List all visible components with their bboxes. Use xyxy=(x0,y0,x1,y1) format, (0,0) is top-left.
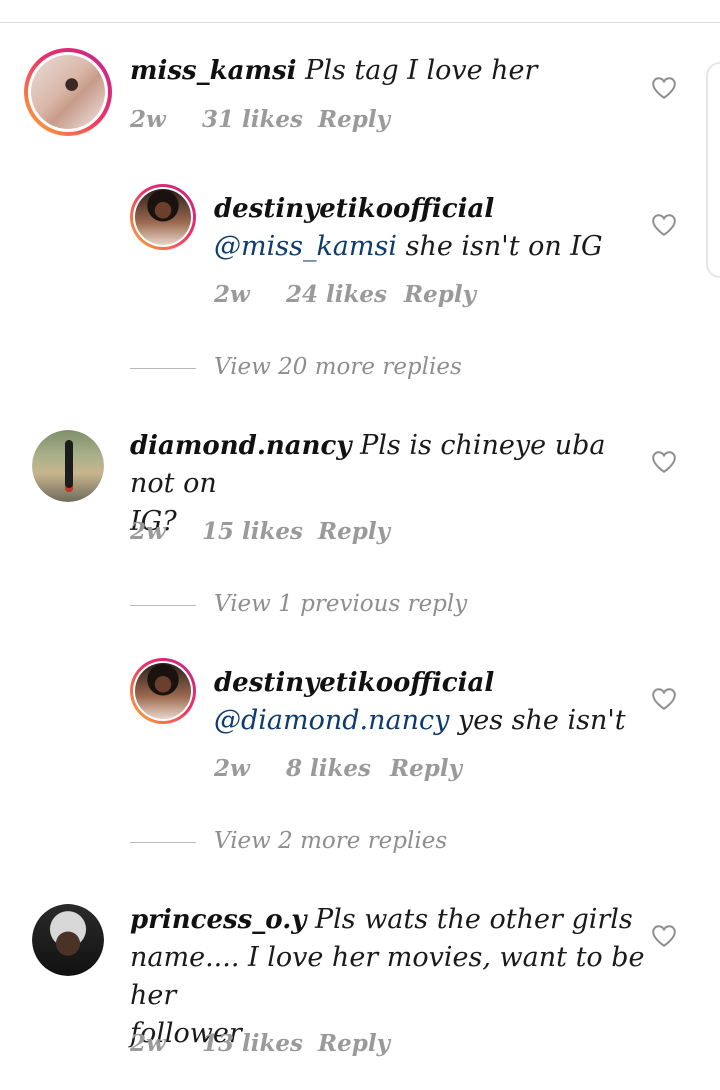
avatar[interactable] xyxy=(130,184,196,250)
comment-text: yes she isn't xyxy=(457,705,626,736)
reply-button[interactable]: Reply xyxy=(318,106,390,133)
heart-outline-icon[interactable] xyxy=(651,213,677,237)
username[interactable]: destinyetikoofficial xyxy=(214,664,654,702)
avatar[interactable] xyxy=(32,430,104,502)
comment-text: she isn't on IG xyxy=(405,231,603,262)
avatar[interactable] xyxy=(32,904,104,976)
divider-dash xyxy=(130,605,196,606)
top-divider xyxy=(0,22,720,23)
username[interactable]: diamond.nancy xyxy=(130,431,351,461)
avatar-photo xyxy=(32,430,104,502)
mention-link[interactable]: @diamond.nancy xyxy=(214,705,449,736)
avatar-photo xyxy=(135,189,191,245)
comment-text-continued: name.... I love her movies, want to be h… xyxy=(130,942,645,1011)
reply-button[interactable]: Reply xyxy=(318,518,390,545)
likes-count[interactable]: 31 likes xyxy=(202,106,303,133)
timestamp: 2w xyxy=(130,518,166,545)
divider-dash xyxy=(130,842,196,843)
comment-text: Pls tag I love her xyxy=(305,55,538,86)
timestamp: 2w xyxy=(214,281,250,308)
likes-count[interactable]: 8 likes xyxy=(286,755,371,782)
mention-link[interactable]: @miss_kamsi xyxy=(214,231,397,262)
view-more-label[interactable]: View 2 more replies xyxy=(214,828,447,854)
timestamp: 2w xyxy=(130,1030,166,1057)
reply-button[interactable]: Reply xyxy=(318,1030,390,1057)
heart-outline-icon[interactable] xyxy=(651,76,677,100)
heart-outline-icon[interactable] xyxy=(651,924,677,948)
likes-count[interactable]: 15 likes xyxy=(202,518,303,545)
divider-dash xyxy=(130,368,196,369)
reply-button[interactable]: Reply xyxy=(404,281,476,308)
timestamp: 2w xyxy=(130,106,166,133)
username[interactable]: destinyetikoofficial xyxy=(214,190,654,228)
heart-outline-icon[interactable] xyxy=(651,450,677,474)
view-more-label[interactable]: View 20 more replies xyxy=(214,354,462,380)
comment-text: Pls wats the other girls xyxy=(314,904,633,935)
timestamp: 2w xyxy=(214,755,250,782)
avatar-photo xyxy=(135,663,191,719)
comment-body: destinyetikoofficial @miss_kamsi she isn… xyxy=(214,190,654,266)
avatar-photo xyxy=(31,55,105,129)
likes-count[interactable]: 13 likes xyxy=(202,1030,303,1057)
avatar[interactable] xyxy=(24,48,112,136)
username[interactable]: princess_o.y xyxy=(130,905,306,935)
likes-count[interactable]: 24 likes xyxy=(286,281,387,308)
avatar-photo xyxy=(32,904,104,976)
comment-body: destinyetikoofficial @diamond.nancy yes … xyxy=(214,664,654,740)
username[interactable]: miss_kamsi xyxy=(130,56,297,86)
reply-button[interactable]: Reply xyxy=(390,755,462,782)
avatar[interactable] xyxy=(130,658,196,724)
comment-body: miss_kamsi Pls tag I love her xyxy=(130,52,650,90)
view-more-label[interactable]: View 1 previous reply xyxy=(214,591,467,617)
side-panel-edge xyxy=(706,62,720,278)
heart-outline-icon[interactable] xyxy=(651,687,677,711)
